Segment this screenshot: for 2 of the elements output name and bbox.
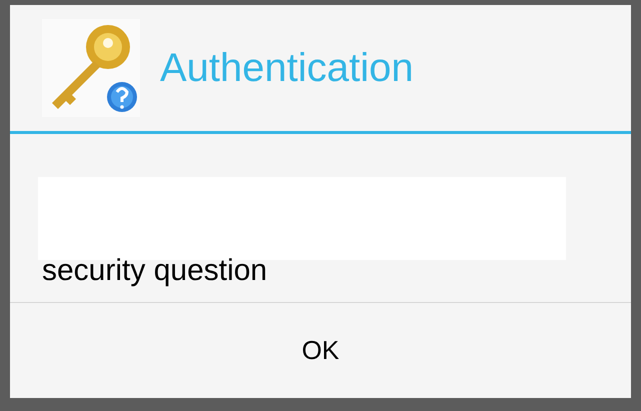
dialog-title: Authentication (160, 48, 414, 88)
message-text: security question (42, 254, 268, 288)
